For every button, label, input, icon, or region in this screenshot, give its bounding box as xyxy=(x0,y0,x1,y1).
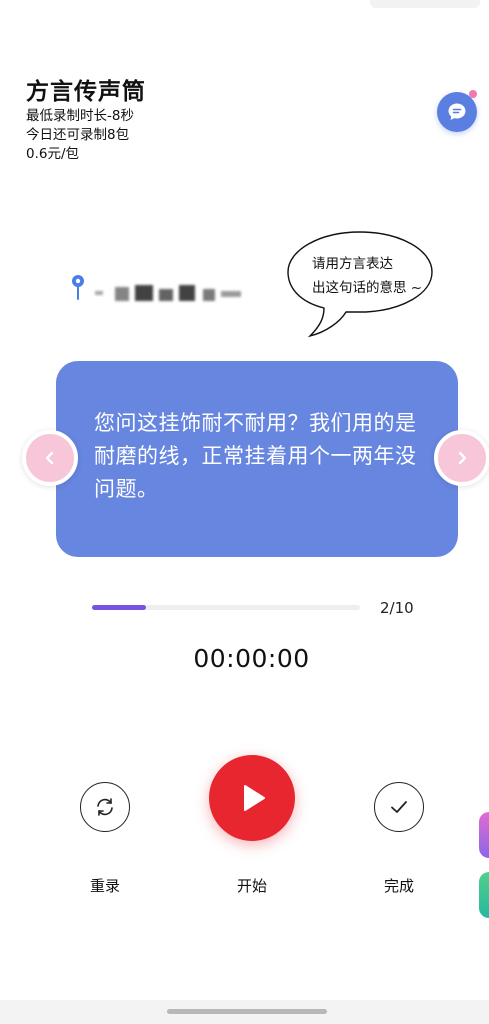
previous-button[interactable] xyxy=(22,430,78,486)
price-text: 0.6元/包 xyxy=(26,146,80,162)
sentence-text: 您问这挂饰耐不耐用？我们用的是耐磨的线，正常挂着用个一两年没问题。 xyxy=(94,411,417,501)
chat-bubble-icon xyxy=(448,103,466,120)
obscured-location-text xyxy=(95,285,250,303)
hint-line-1: 请用方言表达 xyxy=(312,256,393,272)
refresh-icon xyxy=(97,798,113,816)
min-duration-text: 最低录制时长-8秒 xyxy=(26,108,134,124)
play-icon xyxy=(244,785,265,811)
start-label[interactable]: 开始 xyxy=(212,875,292,896)
done-label[interactable]: 完成 xyxy=(359,875,439,896)
home-indicator[interactable] xyxy=(167,1009,327,1014)
rerecord-label[interactable]: 重录 xyxy=(65,875,145,896)
floating-side-tab[interactable] xyxy=(479,812,489,858)
rerecord-button[interactable] xyxy=(80,782,130,832)
check-icon xyxy=(391,801,407,813)
progress-bar xyxy=(92,605,360,610)
chevron-left-icon xyxy=(45,451,54,465)
location-pin-icon xyxy=(72,275,84,300)
floating-side-tab[interactable] xyxy=(479,872,489,918)
top-status-strip xyxy=(370,0,480,8)
next-button[interactable] xyxy=(434,430,489,486)
remaining-count-text: 今日还可录制8包 xyxy=(26,127,130,143)
recording-timer: 00:00:00 xyxy=(193,644,310,673)
page-title: 方言传声筒 xyxy=(26,79,146,105)
done-button[interactable] xyxy=(374,782,424,832)
notification-dot xyxy=(469,90,477,98)
start-button[interactable] xyxy=(209,755,295,841)
hint-line-2: 出这句话的意思 ~ xyxy=(312,280,423,296)
chat-button[interactable] xyxy=(437,92,477,132)
progress-fill xyxy=(92,605,146,610)
sentence-card: 您问这挂饰耐不耐用？我们用的是耐磨的线，正常挂着用个一两年没问题。 xyxy=(56,361,458,557)
progress-count: 2/10 xyxy=(380,599,414,617)
chevron-right-icon xyxy=(458,451,467,465)
